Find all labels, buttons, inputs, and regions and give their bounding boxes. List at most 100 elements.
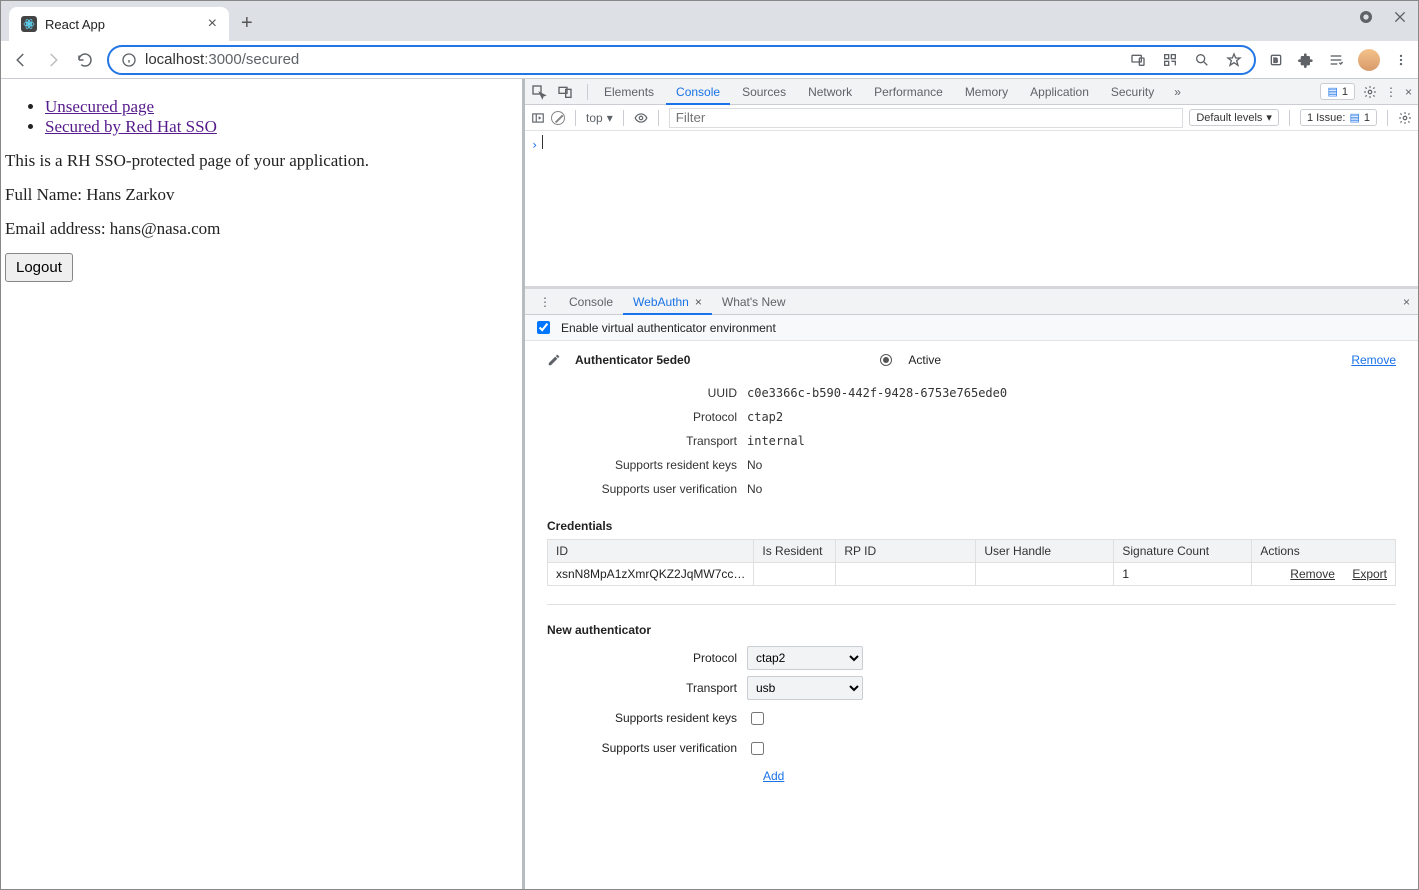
enable-virtual-auth-row: Enable virtual authenticator environment <box>525 315 1418 341</box>
cred-export-link[interactable]: Export <box>1352 567 1387 581</box>
context-selector[interactable]: top ▾ <box>586 111 613 125</box>
devtools-tab-bar: Elements Console Sources Network Perform… <box>525 79 1418 105</box>
active-radio[interactable] <box>880 354 892 366</box>
close-drawer-tab-icon[interactable]: × <box>695 295 702 309</box>
tab-memory[interactable]: Memory <box>955 79 1018 105</box>
edit-icon[interactable] <box>547 353 561 367</box>
device-toolbar-icon[interactable] <box>557 84 581 100</box>
drawer-close-icon[interactable]: × <box>1403 295 1410 309</box>
new-resident-checkbox[interactable] <box>751 712 764 725</box>
new-tab-button[interactable]: + <box>241 12 253 41</box>
protocol-label: Protocol <box>547 410 737 424</box>
site-info-icon[interactable] <box>121 52 137 68</box>
new-transport-label: Transport <box>547 681 737 695</box>
tab-security[interactable]: Security <box>1101 79 1164 105</box>
window-close-icon[interactable] <box>1392 9 1408 25</box>
back-button[interactable] <box>11 50 31 70</box>
url-input[interactable]: localhost:3000/secured <box>107 45 1256 75</box>
new-userver-label: Supports user verification <box>547 741 737 755</box>
col-sig-count[interactable]: Signature Count <box>1114 540 1252 563</box>
userver-value: No <box>747 482 762 496</box>
cred-sig-count: 1 <box>1114 563 1252 586</box>
clear-console-icon[interactable] <box>551 111 565 125</box>
tab-network[interactable]: Network <box>798 79 862 105</box>
col-id[interactable]: ID <box>548 540 754 563</box>
drawer-tab-webauthn[interactable]: WebAuthn× <box>623 289 712 315</box>
col-is-resident[interactable]: Is Resident <box>754 540 836 563</box>
enable-virtual-auth-checkbox[interactable] <box>537 321 550 334</box>
toggle-console-sidebar-icon[interactable] <box>531 111 545 125</box>
reload-button[interactable] <box>75 50 95 70</box>
chrome-menu-icon[interactable] <box>1394 53 1408 67</box>
cred-user-handle <box>976 563 1114 586</box>
page-content: Unsecured page Secured by Red Hat SSO Th… <box>1 79 524 889</box>
transport-value: internal <box>747 434 805 448</box>
col-user-handle[interactable]: User Handle <box>976 540 1114 563</box>
devtools-menu-icon[interactable]: ⋮ <box>1385 85 1397 99</box>
cred-is-resident <box>754 563 836 586</box>
device-icon[interactable] <box>1130 52 1146 68</box>
qr-icon[interactable] <box>1162 52 1178 68</box>
secured-page-link[interactable]: Secured by Red Hat SSO <box>45 117 217 136</box>
devtools-close-icon[interactable]: × <box>1405 85 1412 99</box>
add-authenticator-link[interactable]: Add <box>763 769 784 783</box>
resident-value: No <box>747 458 762 472</box>
chevron-down-icon: ▾ <box>607 111 613 125</box>
console-settings-icon[interactable] <box>1398 111 1412 125</box>
new-transport-select[interactable]: usb <box>747 676 863 700</box>
tab-console[interactable]: Console <box>666 79 730 105</box>
extensions-puzzle-icon[interactable] <box>1298 52 1314 68</box>
drawer-tab-console[interactable]: Console <box>559 289 623 315</box>
new-resident-label: Supports resident keys <box>547 711 737 725</box>
tab-elements[interactable]: Elements <box>594 79 664 105</box>
page-description: This is a RH SSO-protected page of your … <box>5 151 518 171</box>
drawer-menu-icon[interactable]: ⋮ <box>531 295 559 309</box>
credentials-table: ID Is Resident RP ID User Handle Signatu… <box>547 539 1396 586</box>
userver-label: Supports user verification <box>547 482 737 496</box>
unsecured-page-link[interactable]: Unsecured page <box>45 97 154 116</box>
active-label: Active <box>908 353 941 367</box>
inspect-element-icon[interactable] <box>531 84 555 100</box>
devtools-settings-icon[interactable] <box>1363 85 1377 99</box>
drawer-tab-bar: ⋮ Console WebAuthn× What's New × <box>525 289 1418 315</box>
extension-icon[interactable]: B <box>1268 52 1284 68</box>
tab-title: React App <box>45 17 105 32</box>
col-actions[interactable]: Actions <box>1252 540 1396 563</box>
browser-tab[interactable]: React App × <box>9 7 229 41</box>
cred-remove-link[interactable]: Remove <box>1290 567 1335 581</box>
issues-badge[interactable]: 1 Issue: ▤ 1 <box>1300 109 1377 126</box>
console-filter-input[interactable] <box>669 108 1184 128</box>
reading-list-icon[interactable] <box>1328 52 1344 68</box>
devtools-panel: Elements Console Sources Network Perform… <box>524 79 1418 889</box>
table-header-row: ID Is Resident RP ID User Handle Signatu… <box>548 540 1396 563</box>
live-expression-icon[interactable] <box>634 111 648 125</box>
error-count-badge[interactable]: ▤1 <box>1320 83 1355 100</box>
protocol-value: ctap2 <box>747 410 783 424</box>
forward-button[interactable] <box>43 50 63 70</box>
new-protocol-select[interactable]: ctap2 <box>747 646 863 670</box>
svg-text:B: B <box>1273 57 1278 64</box>
tab-performance[interactable]: Performance <box>864 79 953 105</box>
bookmark-star-icon[interactable] <box>1226 52 1242 68</box>
tabs-overflow-icon[interactable]: » <box>1166 85 1189 99</box>
remove-authenticator-link[interactable]: Remove <box>1351 353 1396 367</box>
col-rp-id[interactable]: RP ID <box>836 540 976 563</box>
logout-button[interactable]: Logout <box>5 253 73 282</box>
account-status-icon[interactable] <box>1358 9 1374 25</box>
tab-sources[interactable]: Sources <box>732 79 796 105</box>
enable-virtual-auth-label: Enable virtual authenticator environment <box>561 321 776 335</box>
console-output[interactable]: › <box>525 131 1418 289</box>
log-levels-selector[interactable]: Default levels ▾ <box>1189 109 1279 126</box>
tab-application[interactable]: Application <box>1020 79 1099 105</box>
cred-id: xsnN8MpA1zXmrQKZ2JqMW7cc… <box>548 563 754 586</box>
browser-tab-strip: React App × + <box>1 1 1418 41</box>
zoom-icon[interactable] <box>1194 52 1210 68</box>
transport-label: Transport <box>547 434 737 448</box>
new-protocol-label: Protocol <box>547 651 737 665</box>
drawer-tab-whatsnew[interactable]: What's New <box>712 289 796 315</box>
new-userver-checkbox[interactable] <box>751 742 764 755</box>
email-text: Email address: hans@nasa.com <box>5 219 518 239</box>
profile-avatar[interactable] <box>1358 49 1380 71</box>
tab-close-icon[interactable]: × <box>208 15 217 33</box>
resident-label: Supports resident keys <box>547 458 737 472</box>
